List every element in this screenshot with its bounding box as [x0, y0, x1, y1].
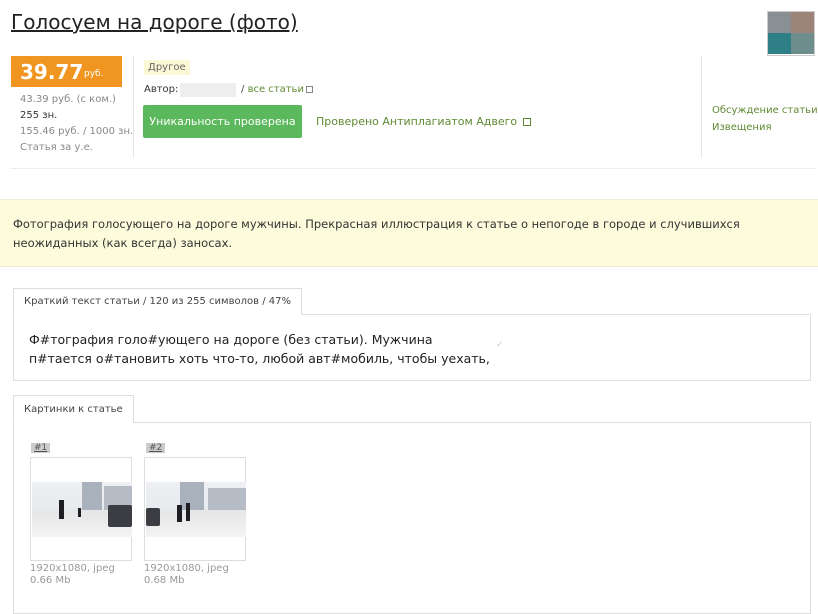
char-count: 255 зн.	[20, 110, 58, 121]
advego-antiplagiat-link[interactable]: Проверено Антиплагиатом Адвего	[316, 115, 531, 128]
image-2-size: 0.68 Mb	[144, 575, 185, 586]
author-avatar[interactable]	[767, 11, 815, 56]
short-text-content: Ф#тография голо#ующего на дороге (без ст…	[29, 332, 490, 366]
image-1-card[interactable]	[30, 457, 132, 561]
category-badge: Другое	[144, 60, 190, 75]
external-link-icon	[522, 118, 531, 126]
image-2-card[interactable]	[144, 457, 246, 561]
price-value: 39.77	[20, 60, 84, 84]
price-per-1000: 155.46 руб. / 1000 зн.	[20, 126, 134, 137]
payment-type: Статья за у.е.	[20, 142, 93, 153]
all-articles-label: все статьи	[247, 84, 304, 95]
divider-dotted	[11, 168, 816, 169]
advego-link-label: Проверено Антиплагиатом Адвего	[316, 115, 518, 128]
notices-link[interactable]: Извещения	[712, 122, 771, 133]
discussion-link[interactable]: Обсуждение статьи	[712, 105, 818, 116]
images-panel	[13, 422, 811, 614]
page-title: Голосуем на дороге (фото)	[11, 10, 298, 34]
uniqueness-checked-button[interactable]: Уникальность проверена	[143, 105, 302, 138]
author-label: Автор:	[144, 84, 179, 95]
price-currency: руб.	[84, 69, 104, 79]
price-with-commission: 43.39 руб. (с ком.)	[20, 94, 116, 105]
tab-images[interactable]: Картинки к статье	[13, 395, 134, 423]
divider-left	[133, 56, 134, 158]
external-link-icon	[305, 85, 313, 93]
tab-short-text[interactable]: Краткий текст статьи / 120 из 255 символ…	[13, 288, 302, 315]
description-text: Фотография голосующего на дороге мужчины…	[13, 217, 740, 250]
image-2-resolution: 1920x1080, jpeg	[144, 563, 229, 574]
description-box: Фотография голосующего на дороге мужчины…	[0, 199, 818, 267]
image-1-tag[interactable]: #1	[31, 443, 51, 453]
image-2-photo[interactable]	[146, 482, 246, 537]
image-1-resolution: 1920x1080, jpeg	[30, 563, 115, 574]
price-badge: 39.77 руб.	[11, 56, 122, 87]
author-name-redacted[interactable]	[180, 83, 236, 97]
image-2-tag[interactable]: #2	[146, 443, 166, 453]
image-1-size: 0.66 Mb	[30, 575, 71, 586]
all-articles-link[interactable]: / все статьи	[241, 84, 313, 95]
image-1-photo[interactable]	[32, 482, 132, 537]
watermark-icon: ✓	[496, 340, 504, 350]
divider-right	[701, 56, 702, 158]
